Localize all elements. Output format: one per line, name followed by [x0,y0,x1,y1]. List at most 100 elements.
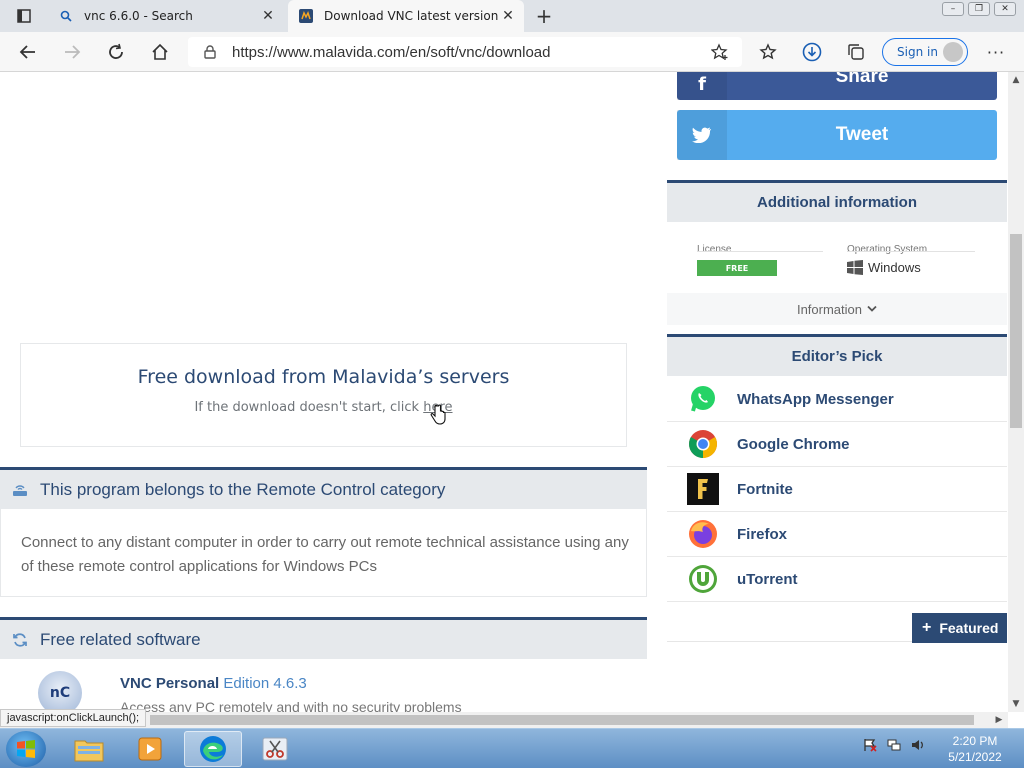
related-item-name[interactable]: VNC Personal Edition 4.6.3 [120,675,307,692]
hand-cursor-icon [430,404,446,425]
windows-logo-icon [17,740,35,758]
download-title: Free download from Malavida’s servers [137,366,510,388]
additional-info-box: License FREE Operating System Windows In… [667,223,1007,333]
network-icon[interactable] [886,737,902,753]
taskbar-edge-button[interactable] [184,731,242,767]
list-item[interactable]: Google Chrome [667,422,1007,467]
search-icon [58,8,74,24]
volume-icon[interactable] [910,737,926,753]
tab-search[interactable]: vnc 6.6.0 - Search ✕ [48,0,284,32]
featured-button[interactable]: + Featured [912,613,1007,643]
scroll-up-icon[interactable]: ▲ [1008,72,1024,88]
information-toggle[interactable]: Information [667,293,1007,325]
download-subtitle-text: If the download doesn't start, click [194,400,424,415]
edge-icon [200,736,226,762]
related-heading: Free related software [40,629,201,649]
vertical-scrollbar[interactable]: ▲ ▼ [1008,72,1024,712]
tweet-label: Tweet [835,124,889,145]
windows-logo-icon [847,260,863,275]
related-item[interactable]: nC VNC Personal Edition 4.6.3 Access any… [0,659,647,712]
editors-pick-list: WhatsApp Messenger Google Chrome Fortnit… [667,377,1007,602]
close-tab-icon[interactable]: ✕ [258,6,278,26]
action-center-flag-icon[interactable] [862,737,878,753]
minimize-button[interactable]: – [942,2,964,16]
tab-strip: vnc 6.6.0 - Search ✕ Download VNC latest… [0,0,1024,32]
list-item-label: uTorrent [737,570,798,588]
collections-icon [848,44,864,60]
scroll-right-icon[interactable]: ▶ [992,712,1006,728]
clock-date: 5/21/2022 [948,750,1002,764]
sign-in-button[interactable]: Sign in [882,38,968,66]
chrome-icon [687,428,719,460]
horizontal-scrollbar[interactable]: ▶ [0,712,1008,728]
utorrent-icon [687,563,719,595]
category-description-box: Connect to any distant computer in order… [0,509,647,597]
taskbar-clock[interactable]: 2:20 PM 5/21/2022 [940,733,1010,765]
list-item[interactable]: WhatsApp Messenger [667,377,1007,422]
refresh-button[interactable] [104,40,128,64]
avatar-icon [943,42,963,62]
list-item[interactable]: uTorrent [667,557,1007,602]
maximize-button[interactable]: ❐ [968,2,990,16]
scissors-icon [262,737,288,761]
new-tab-button[interactable]: + [532,4,556,28]
back-button[interactable] [16,40,40,64]
list-item[interactable]: Fortnite [667,467,1007,512]
favorites-button[interactable] [756,40,780,64]
tab-title: vnc 6.6.0 - Search [84,9,193,23]
plus-icon: + [922,619,932,636]
add-favorite-icon[interactable] [708,43,732,61]
related-item-title: VNC Personal [120,675,220,692]
start-button[interactable] [6,731,46,767]
chevron-down-icon [867,305,877,312]
related-item-description: Access any PC remotely and with no secur… [120,699,462,712]
twitter-tweet-button[interactable]: Tweet [677,110,997,160]
scrollbar-thumb[interactable] [1010,234,1022,428]
close-tab-icon[interactable]: ✕ [498,6,518,26]
fortnite-icon [687,473,719,505]
os-value-text: Windows [868,260,921,275]
favorites-star-icon [759,43,777,60]
refresh-icon [109,43,123,59]
license-label: License [697,244,732,255]
more-dots-icon: ··· [986,42,1006,62]
vnc-logo-icon: nC [38,671,82,712]
forward-button[interactable] [60,40,84,64]
os-label: Operating System [847,244,928,255]
system-tray [862,737,926,753]
tab-vnc-download[interactable]: Download VNC latest version in ✕ [288,0,524,32]
close-window-button[interactable]: ✕ [994,2,1016,16]
home-button[interactable] [148,40,172,64]
divider [847,251,975,252]
collections-button[interactable] [844,40,868,64]
scrollbar-thumb[interactable] [150,715,974,725]
download-box: Free download from Malavida’s servers If… [20,343,627,447]
taskbar-snipping-tool-button[interactable] [246,731,304,767]
category-heading: This program belongs to the Remote Contr… [40,479,446,499]
featured-label: Featured [939,620,999,636]
divider [697,251,823,252]
url-text: https://www.malavida.com/en/soft/vnc/dow… [232,43,551,61]
home-icon [152,43,168,60]
media-player-icon [138,737,162,761]
status-bar-link-preview: javascript:onClickLaunch(); [0,709,147,727]
download-icon [802,42,822,62]
list-item[interactable]: Firefox [667,512,1007,557]
firefox-icon [687,518,719,550]
related-item-version: Edition 4.6.3 [223,675,307,692]
lock-icon [202,45,218,59]
facebook-share-button[interactable]: f Share [677,72,997,100]
tab-actions-icon [17,9,31,23]
downloads-button[interactable] [800,40,824,64]
refresh-arrows-icon [0,632,40,648]
taskbar-media-player-button[interactable] [122,731,180,767]
taskbar: 2:20 PM 5/21/2022 [0,728,1024,768]
facebook-icon: f [677,72,727,100]
page-content: Free download from Malavida’s servers If… [0,72,1008,712]
scroll-down-icon[interactable]: ▼ [1008,696,1024,712]
tab-actions-button[interactable] [8,6,40,26]
more-menu-button[interactable]: ··· [984,40,1008,64]
address-bar[interactable]: https://www.malavida.com/en/soft/vnc/dow… [188,37,742,67]
os-value: Windows [847,260,921,275]
taskbar-explorer-button[interactable] [60,731,118,767]
